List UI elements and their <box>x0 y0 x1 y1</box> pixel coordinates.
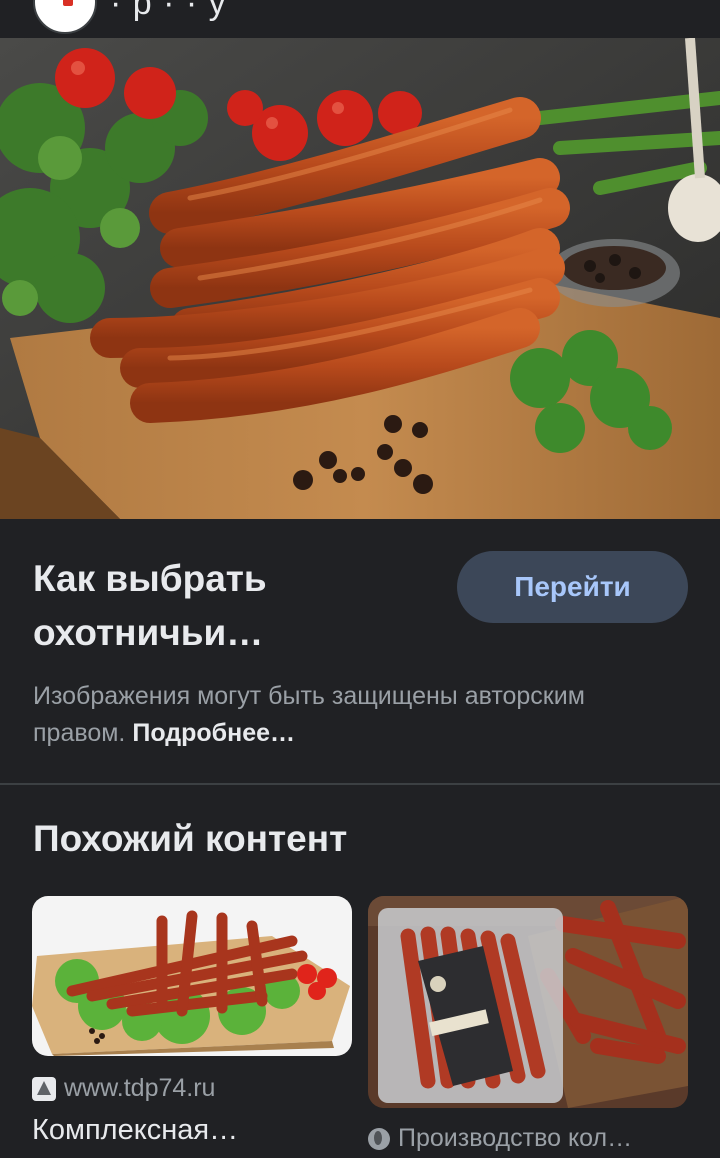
result-title[interactable]: Как выбрать охотничьи… <box>33 552 423 660</box>
related-thumbnail[interactable] <box>368 896 688 1108</box>
globe-icon <box>368 1127 390 1150</box>
learn-more-link[interactable]: Подробнее… <box>132 719 295 747</box>
sausage-board-image <box>32 896 352 1056</box>
visit-button[interactable]: Перейти <box>457 551 688 623</box>
related-card[interactable]: www.tdp74.ru Комплексная… <box>32 896 352 1146</box>
site-logo-icon <box>32 1076 56 1101</box>
top-bar: · р · · у <box>0 0 720 38</box>
related-source[interactable]: www.tdp74.ru <box>32 1074 215 1103</box>
sausage-package-image <box>368 896 688 1108</box>
site-avatar-icon[interactable] <box>33 0 97 34</box>
copyright-notice: Изображения могут быть защищены авторски… <box>33 678 683 752</box>
related-content-heading: Похожий контент <box>33 818 348 859</box>
main-image[interactable] <box>0 38 720 519</box>
related-source[interactable]: Производство кол… <box>368 1124 632 1153</box>
copyright-text: Изображения могут быть защищены авторски… <box>33 682 585 747</box>
related-source-text: www.tdp74.ru <box>64 1074 216 1102</box>
header-partial-text: · р · · у <box>110 0 227 22</box>
section-divider <box>0 783 720 785</box>
related-thumbnail[interactable] <box>32 896 352 1056</box>
related-source-text: Производство кол… <box>398 1124 633 1152</box>
related-card-title[interactable]: Комплексная… <box>32 1114 238 1147</box>
sausage-photo <box>0 38 720 519</box>
related-card[interactable]: Производство кол… <box>368 896 688 1152</box>
